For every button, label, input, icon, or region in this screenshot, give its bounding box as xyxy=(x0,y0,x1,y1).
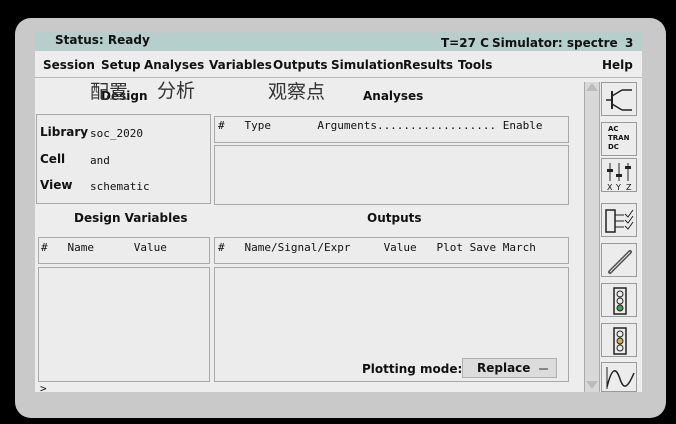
outputs-title: Outputs xyxy=(367,211,422,225)
outputs-header: # Name/Signal/Expr Value Plot Save March xyxy=(214,237,569,264)
transistor-icon xyxy=(606,89,632,111)
command-prompt[interactable]: > xyxy=(40,382,47,392)
traffic-light-stop-icon xyxy=(613,327,627,355)
edit-variables-tool[interactable]: X Y Z xyxy=(601,158,637,192)
plotting-mode-value: Replace xyxy=(477,361,531,375)
scroll-down-icon[interactable] xyxy=(586,381,598,389)
annotation-analysis: 分析 xyxy=(157,80,196,102)
temperature: T=27 C xyxy=(441,36,489,50)
status-text: Status: Ready xyxy=(55,33,150,47)
delete-tool[interactable] xyxy=(601,243,637,277)
waveform-icon xyxy=(606,367,635,389)
analysis-types-icon: AC TRAN DC xyxy=(608,125,630,151)
plotting-mode-label: Plotting mode: xyxy=(362,362,463,376)
scroll-up-icon[interactable] xyxy=(586,83,598,91)
menu-simulation[interactable]: Simulation xyxy=(331,58,404,72)
menu-analyses[interactable]: Analyses xyxy=(144,58,204,72)
menu-setup[interactable]: Setup xyxy=(101,58,141,72)
run-simulation-tool[interactable] xyxy=(601,283,637,317)
design-variables-columns: # Name Value xyxy=(41,241,167,254)
menu-tools[interactable]: Tools xyxy=(458,58,492,72)
design-panel: Library soc_2020 Cell and View schematic xyxy=(36,114,211,204)
view-label: View xyxy=(40,178,73,192)
plotting-mode-select[interactable]: Replace xyxy=(462,358,557,378)
svg-text:Y: Y xyxy=(615,183,621,191)
choose-analyses-tool[interactable]: AC TRAN DC xyxy=(601,122,637,156)
menu-variables[interactable]: Variables xyxy=(209,58,272,72)
analyses-header: # Type Arguments.................. Enabl… xyxy=(214,116,569,143)
library-value[interactable]: soc_2020 xyxy=(90,127,143,140)
analyses-columns: # Type Arguments.................. Enabl… xyxy=(218,119,543,132)
dropdown-indicator-icon xyxy=(539,368,548,370)
cell-label: Cell xyxy=(40,152,66,166)
vertical-scrollbar[interactable] xyxy=(584,82,600,392)
analyses-list[interactable] xyxy=(214,145,569,205)
outputs-columns: # Name/Signal/Expr Value Plot Save March xyxy=(218,241,536,254)
variables-sliders-icon: X Y Z xyxy=(607,163,632,191)
design-variables-list[interactable] xyxy=(38,267,210,382)
design-variables-header: # Name Value xyxy=(38,237,210,264)
setup-outputs-tool[interactable] xyxy=(601,203,637,237)
status-bar: Status: Ready T=27 C Simulator: spectre … xyxy=(35,32,642,51)
simulator: Simulator: spectre xyxy=(492,36,618,50)
svg-text:Z: Z xyxy=(626,183,632,191)
menu-results[interactable]: Results xyxy=(403,58,453,72)
design-variables-title: Design Variables xyxy=(74,211,188,225)
stop-simulation-tool[interactable] xyxy=(601,323,637,357)
menu-session[interactable]: Session xyxy=(43,58,95,72)
window-number: 3 xyxy=(625,36,634,50)
svg-text:X: X xyxy=(607,183,613,191)
analyses-title: Analyses xyxy=(363,89,424,103)
cell-value[interactable]: and xyxy=(90,154,110,167)
choose-design-tool[interactable] xyxy=(601,82,637,116)
plot-outputs-tool[interactable] xyxy=(601,362,637,392)
traffic-light-go-icon xyxy=(613,287,627,315)
menu-bar: Session Setup Analyses Variables Outputs… xyxy=(35,53,642,78)
annotation-config: 配置 xyxy=(90,81,129,103)
menu-help[interactable]: Help xyxy=(602,58,633,72)
probe-icon xyxy=(608,250,632,274)
library-label: Library xyxy=(40,125,89,139)
menu-outputs[interactable]: Outputs xyxy=(273,58,328,72)
view-value[interactable]: schematic xyxy=(90,180,150,193)
annotation-probe: 观察点 xyxy=(268,81,326,103)
outputs-icon xyxy=(605,209,634,233)
